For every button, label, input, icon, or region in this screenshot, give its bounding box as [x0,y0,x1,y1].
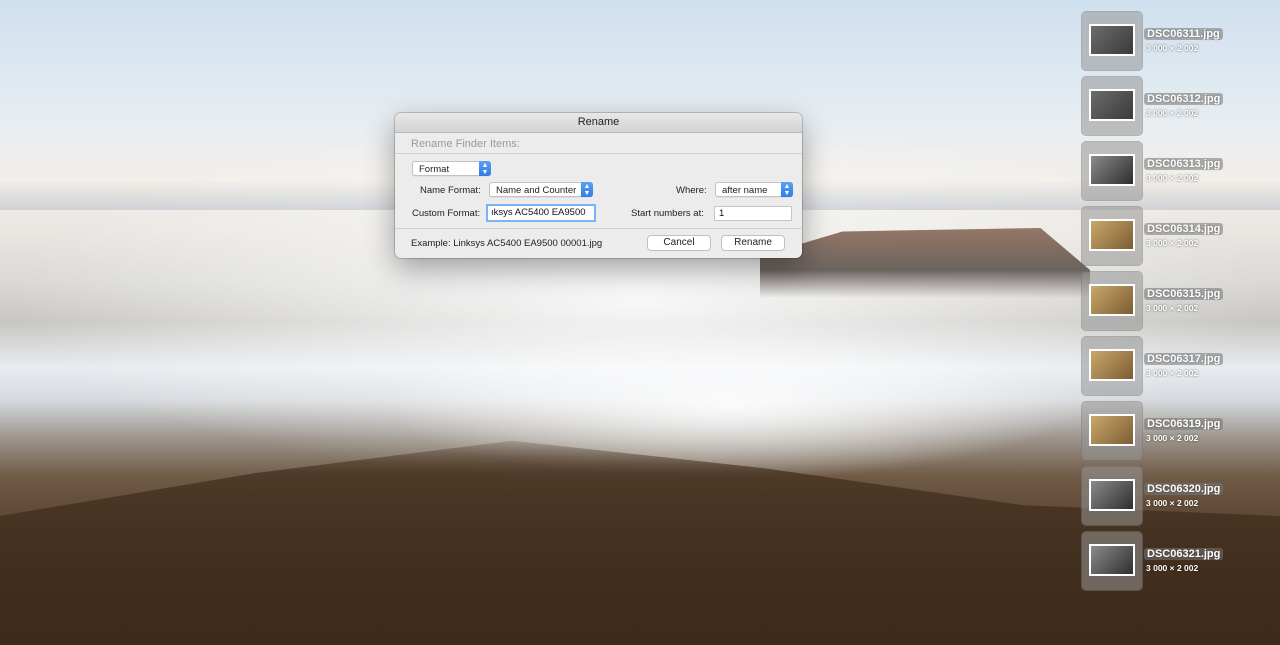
file-thumbnail [1089,219,1135,251]
format-popup[interactable]: Format ▲ ▼ [412,161,491,176]
desktop-file[interactable]: DSC06321.jpg 3 000 × 2 002 [1082,532,1280,590]
file-name[interactable]: DSC06311.jpg [1144,28,1223,40]
custom-format-label: Custom Format: [412,208,481,219]
desktop-file[interactable]: DSC06311.jpg 3 000 × 2 002 [1082,12,1280,70]
file-dimensions: 3 000 × 2 002 [1146,563,1199,573]
where-value: after name [722,185,768,196]
file-thumbnail [1089,544,1135,576]
file-name[interactable]: DSC06315.jpg [1144,288,1224,300]
rename-button[interactable]: Rename [721,235,785,251]
file-dimensions: 3 000 × 2 002 [1146,303,1199,313]
file-name[interactable]: DSC06313.jpg [1144,158,1224,170]
desktop-file[interactable]: DSC06317.jpg 3 000 × 2 002 [1082,337,1280,395]
desktop-file[interactable]: DSC06314.jpg 3 000 × 2 002 [1082,207,1280,265]
custom-format-field[interactable]: ıksys AC5400 EA9500 [486,204,596,222]
example-text: Example: Linksys AC5400 EA9500 00001.jpg [411,238,603,249]
file-thumbnail [1089,284,1135,316]
desktop-file[interactable]: DSC06320.jpg 3 000 × 2 002 [1082,467,1280,525]
name-format-popup[interactable]: Name and Counter ▲ ▼ [489,182,593,197]
file-thumbnail-frame[interactable] [1082,12,1142,70]
file-thumbnail-frame[interactable] [1082,532,1142,590]
file-thumbnail-frame[interactable] [1082,467,1142,525]
file-dimensions: 3 000 × 2 002 [1146,173,1199,183]
file-dimensions: 3 000 × 2 002 [1146,108,1199,118]
file-dimensions: 3 000 × 2 002 [1146,433,1199,443]
file-name[interactable]: DSC06321.jpg [1144,548,1224,560]
name-format-value: Name and Counter [496,185,577,196]
start-numbers-label: Start numbers at: [631,208,704,219]
file-thumbnail [1089,154,1135,186]
where-popup[interactable]: after name ▲ ▼ [715,182,793,197]
updown-chevron-icon: ▲ ▼ [781,182,793,197]
divider [395,228,802,229]
file-thumbnail [1089,349,1135,381]
file-thumbnail-frame[interactable] [1082,402,1142,460]
file-name[interactable]: DSC06312.jpg [1144,93,1224,105]
file-thumbnail [1089,24,1135,56]
file-name[interactable]: DSC06320.jpg [1144,483,1224,495]
desktop-file[interactable]: DSC06312.jpg 3 000 × 2 002 [1082,77,1280,135]
desktop-file[interactable]: DSC06313.jpg 3 000 × 2 002 [1082,142,1280,200]
name-format-label: Name Format: [420,185,481,196]
desktop-file[interactable]: DSC06319.jpg 3 000 × 2 002 [1082,402,1280,460]
file-thumbnail-frame[interactable] [1082,272,1142,330]
file-thumbnail-frame[interactable] [1082,207,1142,265]
file-dimensions: 3 000 × 2 002 [1146,238,1199,248]
where-label: Where: [676,185,707,196]
file-dimensions: 3 000 × 2 002 [1146,43,1199,53]
desktop-file[interactable]: DSC06315.jpg 3 000 × 2 002 [1082,272,1280,330]
dialog-title: Rename [395,113,802,133]
file-thumbnail [1089,89,1135,121]
start-numbers-field[interactable]: 1 [714,206,792,221]
file-name[interactable]: DSC06317.jpg [1144,353,1224,365]
file-dimensions: 3 000 × 2 002 [1146,368,1199,378]
updown-chevron-icon: ▲ ▼ [479,161,491,176]
divider [395,153,802,154]
file-dimensions: 3 000 × 2 002 [1146,498,1199,508]
file-thumbnail [1089,479,1135,511]
mountain-ridge [760,228,1090,298]
updown-chevron-icon: ▲ ▼ [581,182,593,197]
file-thumbnail-frame[interactable] [1082,337,1142,395]
format-popup-label: Format [419,164,450,175]
file-thumbnail [1089,414,1135,446]
file-thumbnail-frame[interactable] [1082,142,1142,200]
file-thumbnail-frame[interactable] [1082,77,1142,135]
section-title: Rename Finder Items: [411,138,520,150]
file-name[interactable]: DSC06314.jpg [1144,223,1224,235]
file-name[interactable]: DSC06319.jpg [1144,418,1224,430]
cancel-button[interactable]: Cancel [647,235,711,251]
rename-dialog: Rename Rename Finder Items: Format ▲ ▼ Na… [395,113,802,258]
